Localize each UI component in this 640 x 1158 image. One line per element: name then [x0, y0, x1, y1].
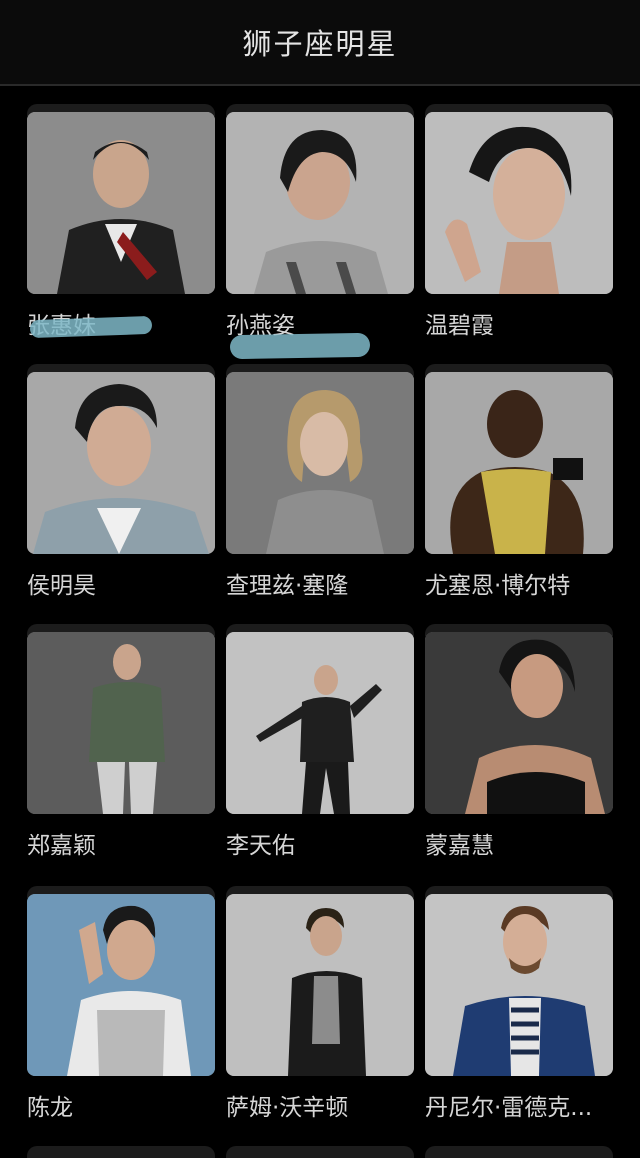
person-photo-icon[interactable] [226, 632, 414, 814]
person-photo-icon[interactable] [226, 894, 414, 1076]
person-photo-icon[interactable] [226, 112, 414, 294]
person-photo-icon[interactable] [425, 632, 613, 814]
celebrity-name: 李天佑 [226, 833, 295, 859]
person-photo-icon[interactable] [425, 894, 613, 1076]
person-photo-icon[interactable] [27, 112, 215, 294]
celebrity-name: 尤塞恩·博尔特 [425, 573, 571, 599]
celebrity-name: 侯明昊 [27, 573, 96, 599]
celebrity-name: 蒙嘉慧 [425, 833, 494, 859]
person-photo-icon[interactable] [425, 372, 613, 554]
person-photo-icon[interactable] [27, 894, 215, 1076]
celebrity-name: 陈龙 [27, 1095, 73, 1121]
celebrity-name: 郑嘉颖 [27, 833, 96, 859]
celebrity-name: 温碧霞 [425, 313, 494, 339]
celebrity-name: 查理兹·塞隆 [226, 573, 349, 599]
person-photo-icon[interactable] [226, 372, 414, 554]
celebrity-name: 丹尼尔·雷德克... [425, 1095, 593, 1121]
highlight-scribble [229, 332, 371, 360]
app-header: 狮子座明星 [0, 0, 640, 86]
person-photo-icon[interactable] [27, 632, 215, 814]
celebrity-name: 萨姆·沃辛顿 [226, 1095, 349, 1121]
person-photo-icon[interactable] [425, 112, 613, 294]
person-photo-icon[interactable] [27, 372, 215, 554]
page-title: 狮子座明星 [242, 27, 398, 61]
